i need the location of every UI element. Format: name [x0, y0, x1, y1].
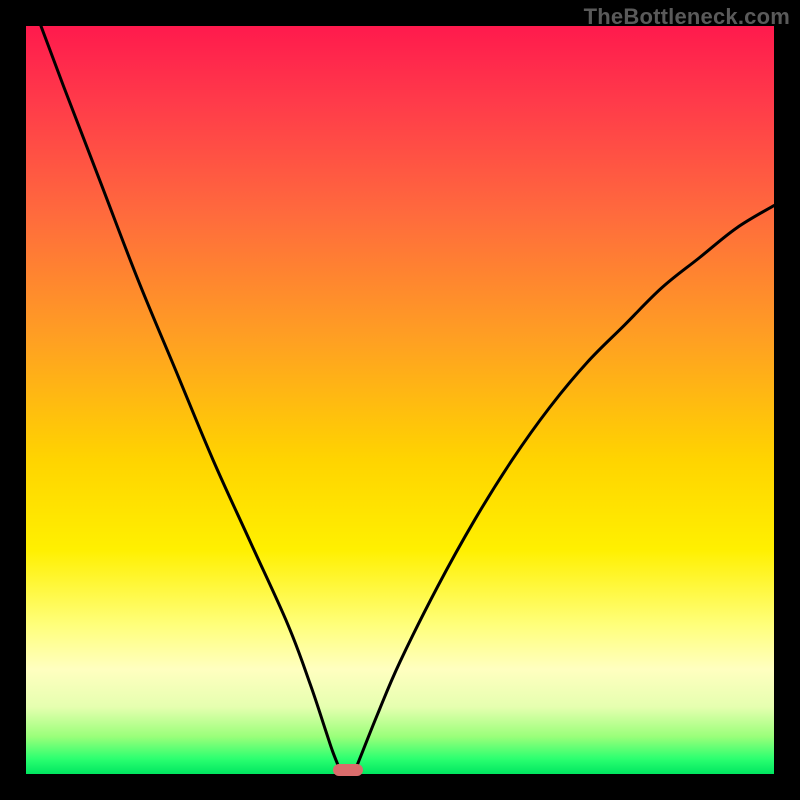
bottleneck-curve — [26, 26, 774, 774]
plot-area — [26, 26, 774, 774]
curve-left-branch — [41, 26, 340, 770]
optimal-point-marker — [333, 764, 363, 776]
chart-frame: TheBottleneck.com — [0, 0, 800, 800]
watermark-text: TheBottleneck.com — [584, 4, 790, 30]
curve-right-branch — [355, 206, 774, 771]
